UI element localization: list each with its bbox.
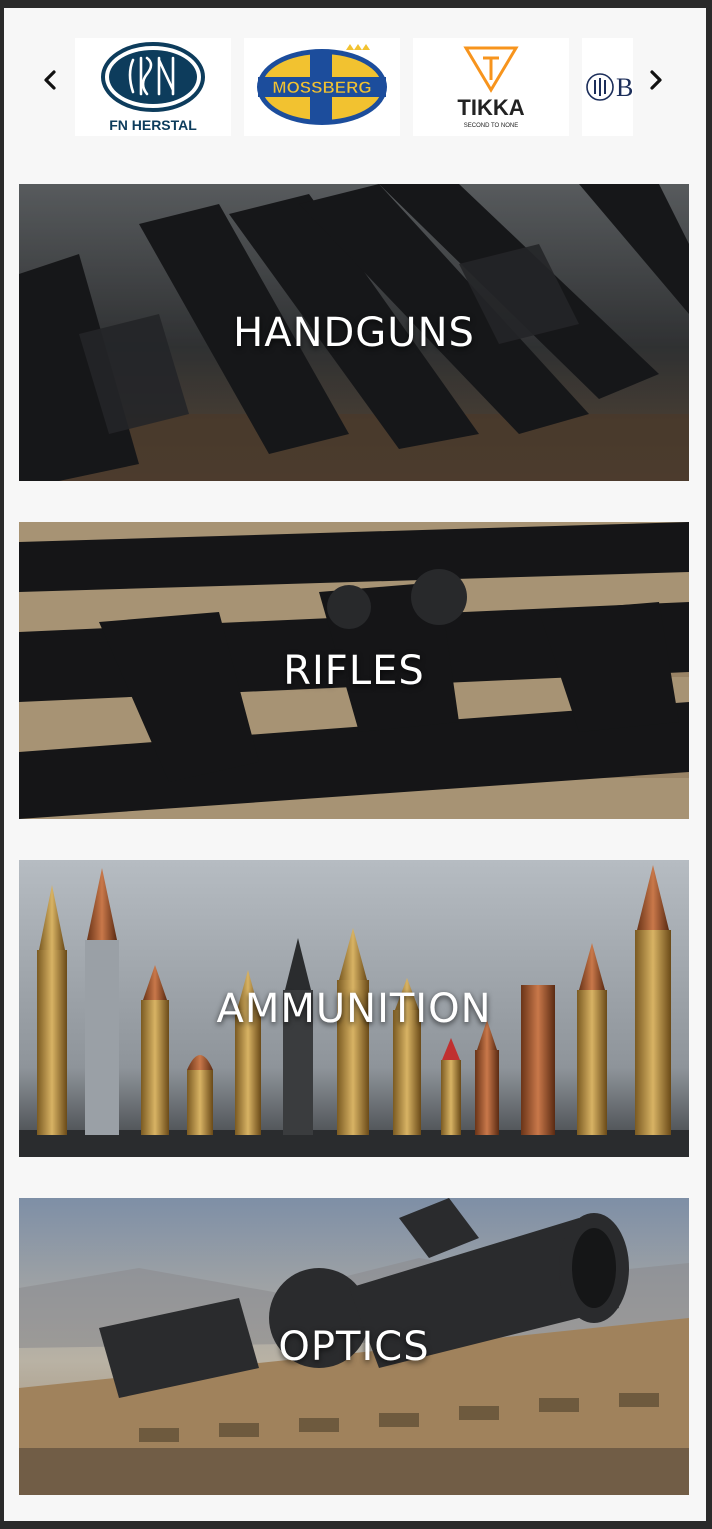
chevron-right-icon	[650, 70, 662, 90]
tikka-logo: TIKKA SECOND TO NONE	[457, 46, 525, 129]
beretta-wordmark: B	[616, 73, 633, 102]
carousel-prev-button[interactable]	[32, 60, 68, 100]
fn-herstal-logo: FN HERSTAL	[101, 42, 205, 133]
fn-herstal-wordmark: FN HERSTAL	[109, 117, 197, 133]
page: FN HERSTAL MOSSBERG TIKKA SECOND TO NONE…	[4, 8, 706, 1521]
brand-logo-tikka[interactable]: TIKKA SECOND TO NONE	[413, 38, 569, 136]
tikka-tagline: SECOND TO NONE	[464, 123, 518, 129]
mossberg-logo: MOSSBERG	[257, 44, 387, 125]
category-title: AMMUNITION	[216, 985, 492, 1032]
category-title: RIFLES	[283, 647, 425, 694]
brand-track: FN HERSTAL MOSSBERG TIKKA SECOND TO NONE…	[75, 38, 633, 138]
category-tile-ammunition[interactable]: AMMUNITION	[19, 860, 689, 1157]
brand-logo-fn-herstal[interactable]: FN HERSTAL	[75, 38, 231, 136]
brand-logo-beretta[interactable]: B	[582, 38, 633, 136]
category-title: OPTICS	[278, 1323, 430, 1370]
carousel-next-button[interactable]	[638, 60, 674, 100]
brand-logo-mossberg[interactable]: MOSSBERG	[244, 38, 400, 136]
mossberg-wordmark: MOSSBERG	[272, 78, 371, 97]
tikka-wordmark: TIKKA	[457, 95, 524, 120]
beretta-logo: B	[586, 73, 633, 102]
category-tile-rifles[interactable]: RIFLES	[19, 522, 689, 819]
brand-carousel: FN HERSTAL MOSSBERG TIKKA SECOND TO NONE…	[4, 38, 706, 138]
category-tile-optics[interactable]: OPTICS	[19, 1198, 689, 1495]
category-title: HANDGUNS	[233, 309, 475, 356]
chevron-left-icon	[44, 70, 56, 90]
category-tile-handguns[interactable]: HANDGUNS	[19, 184, 689, 481]
